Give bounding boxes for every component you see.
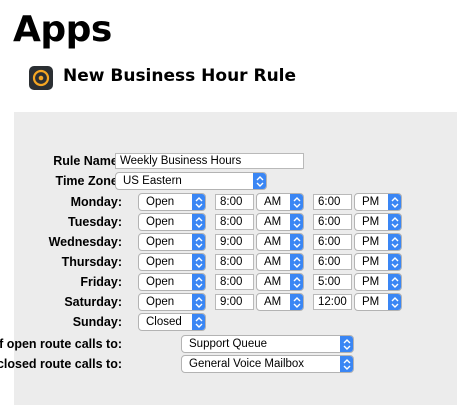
closed-route-label: If closed route calls to: (0, 357, 122, 371)
monday-end-ampm-select[interactable]: PM (354, 193, 402, 211)
wednesday-end-time-input[interactable]: 6:00 (313, 234, 352, 250)
chevron-up-down-icon (192, 314, 205, 330)
thursday-start-ampm-value: AM (264, 256, 282, 268)
saturday-start-time-input[interactable]: 9:00 (215, 294, 254, 310)
open-route-value: Support Queue (189, 338, 268, 350)
sunday-status-value: Closed (146, 316, 182, 328)
monday-start-ampm-select[interactable]: AM (256, 193, 304, 211)
app-icon (29, 66, 53, 90)
saturday-status-select[interactable]: Open (138, 293, 206, 311)
time-zone-value: US Eastern (123, 175, 182, 187)
wednesday-status-select[interactable]: Open (138, 233, 206, 251)
chevron-up-down-icon (388, 294, 401, 310)
saturday-status-value: Open (146, 296, 175, 308)
thursday-end-ampm-value: PM (362, 256, 380, 268)
tuesday-end-time-input[interactable]: 6:00 (313, 214, 352, 230)
time-zone-select[interactable]: US Eastern (115, 172, 267, 190)
chevron-up-down-icon (290, 274, 303, 290)
chevron-up-down-icon (388, 194, 401, 210)
rule-name-input[interactable]: Weekly Business Hours (115, 153, 304, 169)
saturday-start-ampm-value: AM (264, 296, 282, 308)
chevron-up-down-icon (388, 234, 401, 250)
chevron-up-down-icon (388, 214, 401, 230)
saturday-end-ampm-value: PM (362, 296, 380, 308)
friday-start-ampm-value: AM (264, 276, 282, 288)
chevron-up-down-icon (192, 294, 205, 310)
page-title: Apps (13, 9, 112, 50)
chevron-up-down-icon (290, 254, 303, 270)
tuesday-end-ampm-select[interactable]: PM (354, 213, 402, 231)
chevron-up-down-icon (290, 194, 303, 210)
wednesday-end-ampm-value: PM (362, 236, 380, 248)
thursday-start-time-input[interactable]: 8:00 (215, 254, 254, 270)
day-label-wednesday: Wednesday: (48, 235, 122, 249)
chevron-up-down-icon (340, 336, 353, 352)
friday-start-ampm-select[interactable]: AM (256, 273, 304, 291)
wednesday-start-ampm-select[interactable]: AM (256, 233, 304, 251)
day-label-monday: Monday: (70, 195, 122, 209)
chevron-up-down-icon (290, 214, 303, 230)
chevron-up-down-icon (192, 234, 205, 250)
monday-start-ampm-value: AM (264, 196, 282, 208)
tuesday-status-value: Open (146, 216, 175, 228)
day-label-thursday: Thursday: (61, 255, 122, 269)
chevron-up-down-icon (290, 234, 303, 250)
day-label-saturday: Saturday: (64, 295, 122, 309)
rule-title: New Business Hour Rule (63, 66, 297, 86)
tuesday-status-select[interactable]: Open (138, 213, 206, 231)
tuesday-start-time-input[interactable]: 8:00 (215, 214, 254, 230)
monday-end-ampm-value: PM (362, 196, 380, 208)
closed-route-select[interactable]: General Voice Mailbox (181, 355, 354, 373)
friday-end-ampm-value: PM (362, 276, 380, 288)
sunday-status-select[interactable]: Closed (138, 313, 206, 331)
day-label-tuesday: Tuesday: (68, 215, 122, 229)
chevron-up-down-icon (192, 214, 205, 230)
wednesday-start-time-input[interactable]: 9:00 (215, 234, 254, 250)
friday-status-value: Open (146, 276, 175, 288)
open-route-select[interactable]: Support Queue (181, 335, 354, 353)
thursday-status-select[interactable]: Open (138, 253, 206, 271)
chevron-up-down-icon (192, 254, 205, 270)
open-route-label: If open route calls to: (0, 337, 122, 351)
monday-start-time-input[interactable]: 8:00 (215, 194, 254, 210)
friday-end-ampm-select[interactable]: PM (354, 273, 402, 291)
tuesday-end-ampm-value: PM (362, 216, 380, 228)
friday-status-select[interactable]: Open (138, 273, 206, 291)
day-label-sunday: Sunday: (72, 315, 122, 329)
wednesday-status-value: Open (146, 236, 175, 248)
tuesday-start-ampm-select[interactable]: AM (256, 213, 304, 231)
thursday-status-value: Open (146, 256, 175, 268)
closed-route-value: General Voice Mailbox (189, 358, 305, 370)
time-zone-label: Time Zone: (55, 174, 122, 188)
chevron-up-down-icon (192, 274, 205, 290)
saturday-end-time-input[interactable]: 12:00 (313, 294, 352, 310)
saturday-start-ampm-select[interactable]: AM (256, 293, 304, 311)
thursday-end-ampm-select[interactable]: PM (354, 253, 402, 271)
saturday-end-ampm-select[interactable]: PM (354, 293, 402, 311)
wednesday-start-ampm-value: AM (264, 236, 282, 248)
friday-end-time-input[interactable]: 5:00 (313, 274, 352, 290)
friday-start-time-input[interactable]: 8:00 (215, 274, 254, 290)
monday-status-select[interactable]: Open (138, 193, 206, 211)
app-record-icon (32, 69, 50, 87)
chevron-up-down-icon (340, 356, 353, 372)
monday-end-time-input[interactable]: 6:00 (313, 194, 352, 210)
day-label-friday: Friday: (80, 275, 122, 289)
tuesday-start-ampm-value: AM (264, 216, 282, 228)
thursday-start-ampm-select[interactable]: AM (256, 253, 304, 271)
chevron-up-down-icon (290, 294, 303, 310)
monday-status-value: Open (146, 196, 175, 208)
chevron-up-down-icon (388, 254, 401, 270)
thursday-end-time-input[interactable]: 6:00 (313, 254, 352, 270)
chevron-up-down-icon (388, 274, 401, 290)
rule-name-label: Rule Name: (53, 154, 122, 168)
chevron-up-down-icon (192, 194, 205, 210)
chevron-up-down-icon (253, 173, 266, 189)
wednesday-end-ampm-select[interactable]: PM (354, 233, 402, 251)
